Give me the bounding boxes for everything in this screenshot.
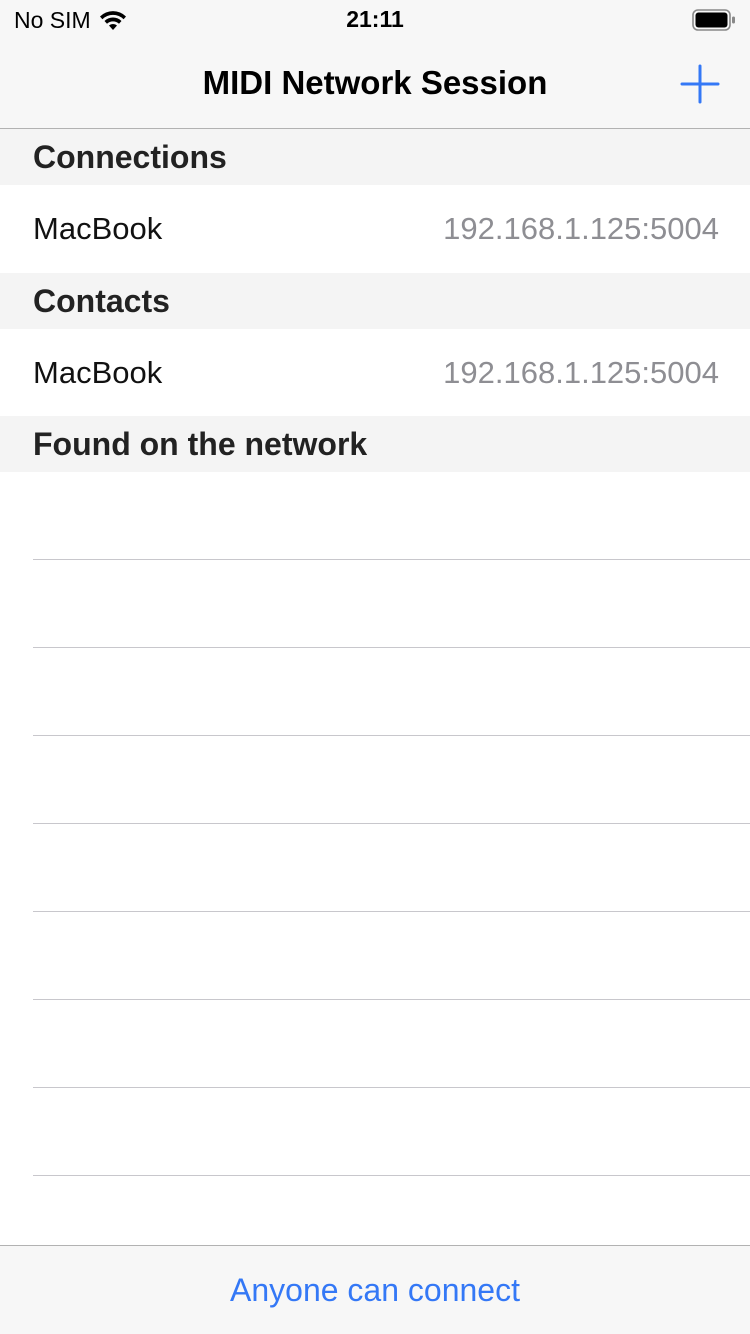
row-separator [33, 1175, 750, 1176]
contact-row[interactable]: MacBook 192.168.1.125:5004 [0, 329, 750, 417]
row-separator [33, 911, 750, 912]
status-time: 21:11 [346, 6, 404, 32]
add-button[interactable] [676, 60, 724, 108]
section-header-contacts: Contacts [0, 273, 750, 329]
connection-name: MacBook [33, 211, 163, 246]
battery-icon [692, 9, 735, 31]
section-title: Found on the network [33, 426, 368, 462]
bottom-toolbar: Anyone can connect [0, 1245, 750, 1334]
row-separator [33, 559, 750, 560]
found-list[interactable] [0, 472, 750, 1245]
row-separator [33, 823, 750, 824]
contact-address: 192.168.1.125:5004 [443, 355, 719, 390]
section-title: Connections [33, 139, 227, 175]
row-separator [33, 1087, 750, 1088]
connection-row[interactable]: MacBook 192.168.1.125:5004 [0, 185, 750, 273]
access-mode-button[interactable]: Anyone can connect [0, 1272, 750, 1309]
plus-icon [680, 64, 720, 104]
navigation-bar: MIDI Network Session [0, 40, 750, 129]
row-separator [33, 999, 750, 1000]
section-header-connections: Connections [0, 129, 750, 185]
status-bar: No SIM 21:11 [0, 0, 750, 40]
page-title: MIDI Network Session [202, 64, 548, 101]
section-header-found: Found on the network [0, 416, 750, 472]
connection-address: 192.168.1.125:5004 [443, 211, 719, 246]
contact-name: MacBook [33, 355, 163, 390]
midi-network-session-screen: No SIM 21:11 MIDI Network Session Connec… [0, 0, 750, 1334]
row-separator [33, 647, 750, 648]
row-separator [33, 735, 750, 736]
section-title: Contacts [33, 283, 170, 319]
